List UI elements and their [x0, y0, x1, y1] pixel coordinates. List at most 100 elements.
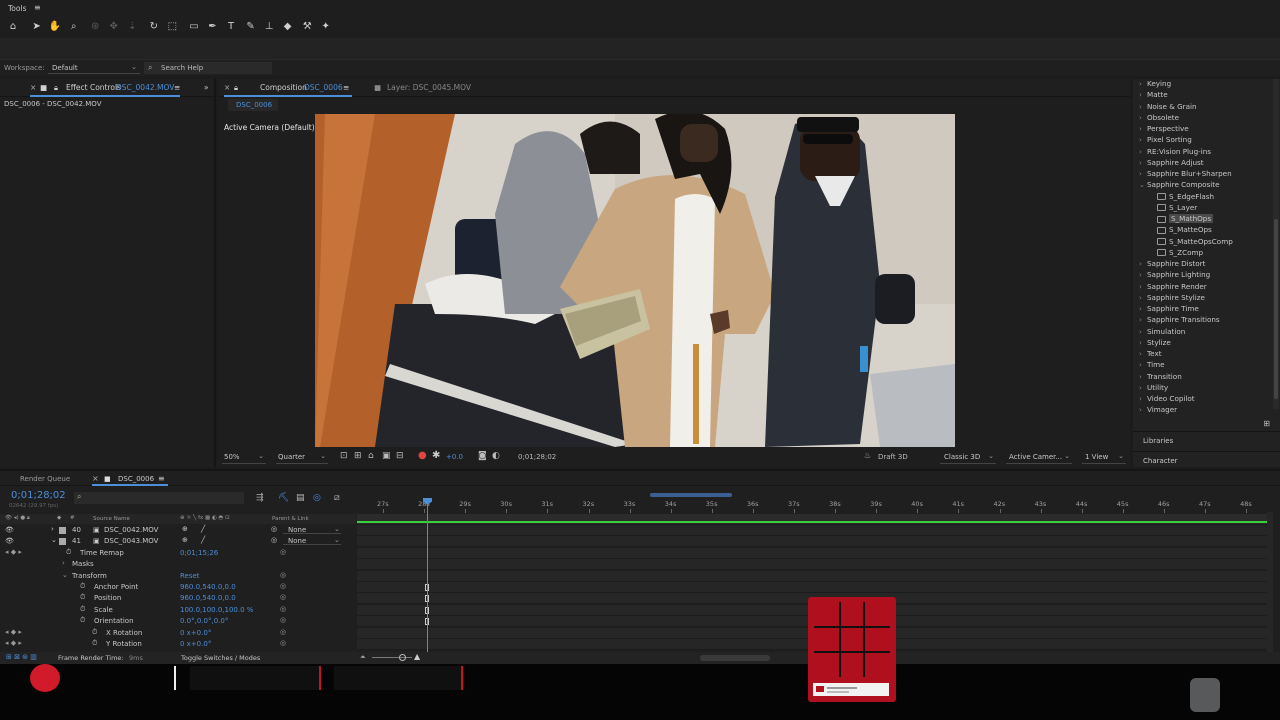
zoom-in-icon[interactable]: ▲ [414, 652, 420, 661]
status-icons[interactable]: ⊞ ⊠ ⊛ ▥ [6, 653, 37, 661]
effect-category[interactable]: › Sapphire Lighting [1139, 270, 1210, 279]
hamburger-icon[interactable]: ≡ [34, 3, 41, 12]
puppet-pin-icon[interactable]: ✦ [319, 20, 333, 34]
grid-icon[interactable]: ⊟ [396, 451, 404, 461]
tools-menu[interactable]: Tools [8, 4, 26, 13]
chevron-right-icon[interactable]: › [1139, 373, 1147, 381]
chevron-right-icon[interactable]: › [1139, 339, 1147, 347]
show-snapshot-icon[interactable]: ◐ [492, 451, 500, 461]
tab-composition[interactable]: Composition [260, 83, 307, 92]
effect-category[interactable]: › Simulation [1139, 327, 1185, 336]
home-icon[interactable]: ⌂ [6, 20, 20, 34]
panel-menu-icon[interactable]: ≡ [174, 83, 180, 92]
zoom-select[interactable]: 50% ⌄ [222, 452, 266, 464]
effect-item[interactable]: S_MathOps [1157, 214, 1214, 223]
workspace-select[interactable]: Default ⌄ [48, 62, 140, 74]
current-time[interactable]: 0;01;28;02 [518, 453, 556, 461]
effect-item[interactable]: S_Layer [1157, 203, 1197, 212]
effect-category[interactable]: › Obsolete [1139, 113, 1179, 122]
chevron-right-icon[interactable]: › [1139, 384, 1147, 392]
chevron-right-icon[interactable]: › [1139, 350, 1147, 358]
property-track[interactable] [357, 559, 1267, 571]
selection-tool-icon[interactable]: ➤ [30, 20, 44, 34]
guides-icon[interactable]: ▣ [382, 451, 391, 461]
layer-track[interactable] [357, 536, 1267, 548]
scrollbar-thumb[interactable] [1274, 219, 1278, 399]
transparency-grid-icon[interactable]: ⊞ [354, 451, 362, 461]
property-track[interactable] [357, 547, 1267, 559]
effect-item[interactable]: S_MatteOps [1157, 225, 1212, 234]
orbit-tool-icon[interactable]: ⊛ [88, 20, 102, 34]
close-icon[interactable]: × [224, 83, 230, 92]
eraser-tool-icon[interactable]: ◆ [281, 20, 295, 34]
effects-scrollbar[interactable] [1273, 79, 1279, 409]
lock-icon-2[interactable]: 🔒︎ [54, 83, 58, 93]
effect-category[interactable]: › Perspective [1139, 124, 1189, 133]
chevron-right-icon[interactable]: › [1139, 406, 1147, 414]
chevron-right-icon[interactable]: › [1139, 316, 1147, 324]
chevron-down-icon[interactable]: ⌄ [1139, 181, 1147, 189]
effect-category[interactable]: › Keying [1139, 79, 1171, 88]
playhead-line[interactable] [427, 500, 428, 654]
zoom-out-icon[interactable]: ⏶ [360, 653, 366, 662]
rectangle-tool-icon[interactable]: ▭ [187, 20, 201, 34]
expand-chevron-icon[interactable]: » [204, 83, 209, 92]
effect-category[interactable]: › RE:Vision Plug-ins [1139, 147, 1211, 156]
layer-icon[interactable]: ■ [374, 83, 381, 92]
effect-category[interactable]: › Utility [1139, 383, 1168, 392]
property-track[interactable] [357, 570, 1267, 582]
hand-tool-icon[interactable]: ✋ [48, 20, 62, 34]
chevron-right-icon[interactable]: › [1139, 395, 1147, 403]
chevron-right-icon[interactable]: › [1139, 125, 1147, 133]
brush-tool-icon[interactable]: ✎ [244, 20, 258, 34]
effect-category[interactable]: › Noise & Grain [1139, 102, 1197, 111]
effect-item[interactable]: S_EdgeFlash [1157, 192, 1214, 201]
effect-category[interactable]: › Time [1139, 360, 1165, 369]
chevron-right-icon[interactable]: › [1139, 260, 1147, 268]
tab-layer[interactable]: Layer: DSC_0045.MOV [387, 83, 471, 92]
zoom-slider-handle[interactable] [399, 654, 406, 661]
new-folder-icon[interactable]: ⊞ [1263, 419, 1270, 428]
chevron-right-icon[interactable]: › [1139, 114, 1147, 122]
channels-icon[interactable]: ● [418, 450, 427, 461]
effect-category[interactable]: › Vimager [1139, 405, 1177, 414]
chevron-right-icon[interactable]: › [1139, 361, 1147, 369]
lock-icon[interactable]: 🔒︎ [234, 83, 238, 93]
zoom-slider[interactable] [372, 657, 412, 658]
chevron-right-icon[interactable]: › [1139, 80, 1147, 88]
pan-tool-icon[interactable]: ✥ [107, 20, 121, 34]
effect-category[interactable]: › Sapphire Transitions [1139, 315, 1220, 324]
effect-item[interactable]: S_MatteOpsComp [1157, 237, 1233, 246]
chevron-right-icon[interactable]: › [1139, 148, 1147, 156]
composition-name[interactable]: DSC_0006 [304, 83, 343, 92]
effect-category[interactable]: › Stylize [1139, 338, 1171, 347]
effect-category[interactable]: › Sapphire Blur+Sharpen [1139, 169, 1232, 178]
roto-brush-icon[interactable]: ⚒ [300, 20, 314, 34]
chevron-right-icon[interactable]: › [1139, 136, 1147, 144]
chevron-right-icon[interactable]: › [1139, 159, 1147, 167]
draft-3d-icon[interactable]: ♨ [864, 451, 871, 460]
close-icon[interactable]: × [30, 83, 36, 92]
effect-category[interactable]: › Pixel Sorting [1139, 135, 1192, 144]
views-select[interactable]: 1 View ⌄ [1082, 452, 1126, 464]
panel-menu-icon[interactable]: ≡ [343, 83, 349, 92]
effect-category[interactable]: › Video Copilot [1139, 394, 1195, 403]
clone-stamp-icon[interactable]: ⊥ [262, 20, 276, 34]
renderer-select[interactable]: Classic 3D ⌄ [940, 452, 996, 464]
horizontal-scrollbar[interactable] [700, 655, 770, 661]
camera-select[interactable]: Active Camer... ⌄ [1006, 452, 1072, 464]
chevron-right-icon[interactable]: › [1139, 283, 1147, 291]
dolly-tool-icon[interactable]: ⇣ [125, 20, 139, 34]
effect-category[interactable]: › Transition [1139, 372, 1182, 381]
exposure-icon[interactable]: ✱ [432, 450, 440, 461]
chevron-right-icon[interactable]: › [1139, 328, 1147, 336]
effect-category[interactable]: › Matte [1139, 90, 1168, 99]
effect-item[interactable]: S_ZComp [1157, 248, 1203, 257]
effect-category[interactable]: ⌄ Sapphire Composite [1139, 180, 1220, 189]
pan-behind-tool-icon[interactable]: ⬚ [165, 20, 179, 34]
lock-icon[interactable]: ■ [40, 83, 47, 92]
libraries-panel-tab[interactable]: Libraries [1143, 437, 1173, 445]
chevron-right-icon[interactable]: › [1139, 305, 1147, 313]
draft-3d-label[interactable]: Draft 3D [878, 453, 908, 461]
chevron-right-icon[interactable]: › [1139, 271, 1147, 279]
